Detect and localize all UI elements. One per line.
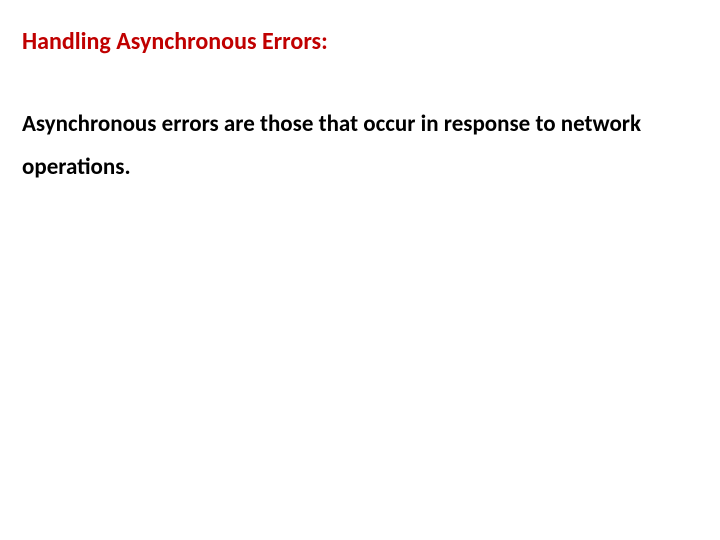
slide-body-text: Asynchronous errors are those that occur… bbox=[22, 103, 672, 190]
slide-container: Handling Asynchronous Errors: Asynchrono… bbox=[0, 0, 720, 540]
slide-heading: Handling Asynchronous Errors: bbox=[22, 28, 698, 57]
